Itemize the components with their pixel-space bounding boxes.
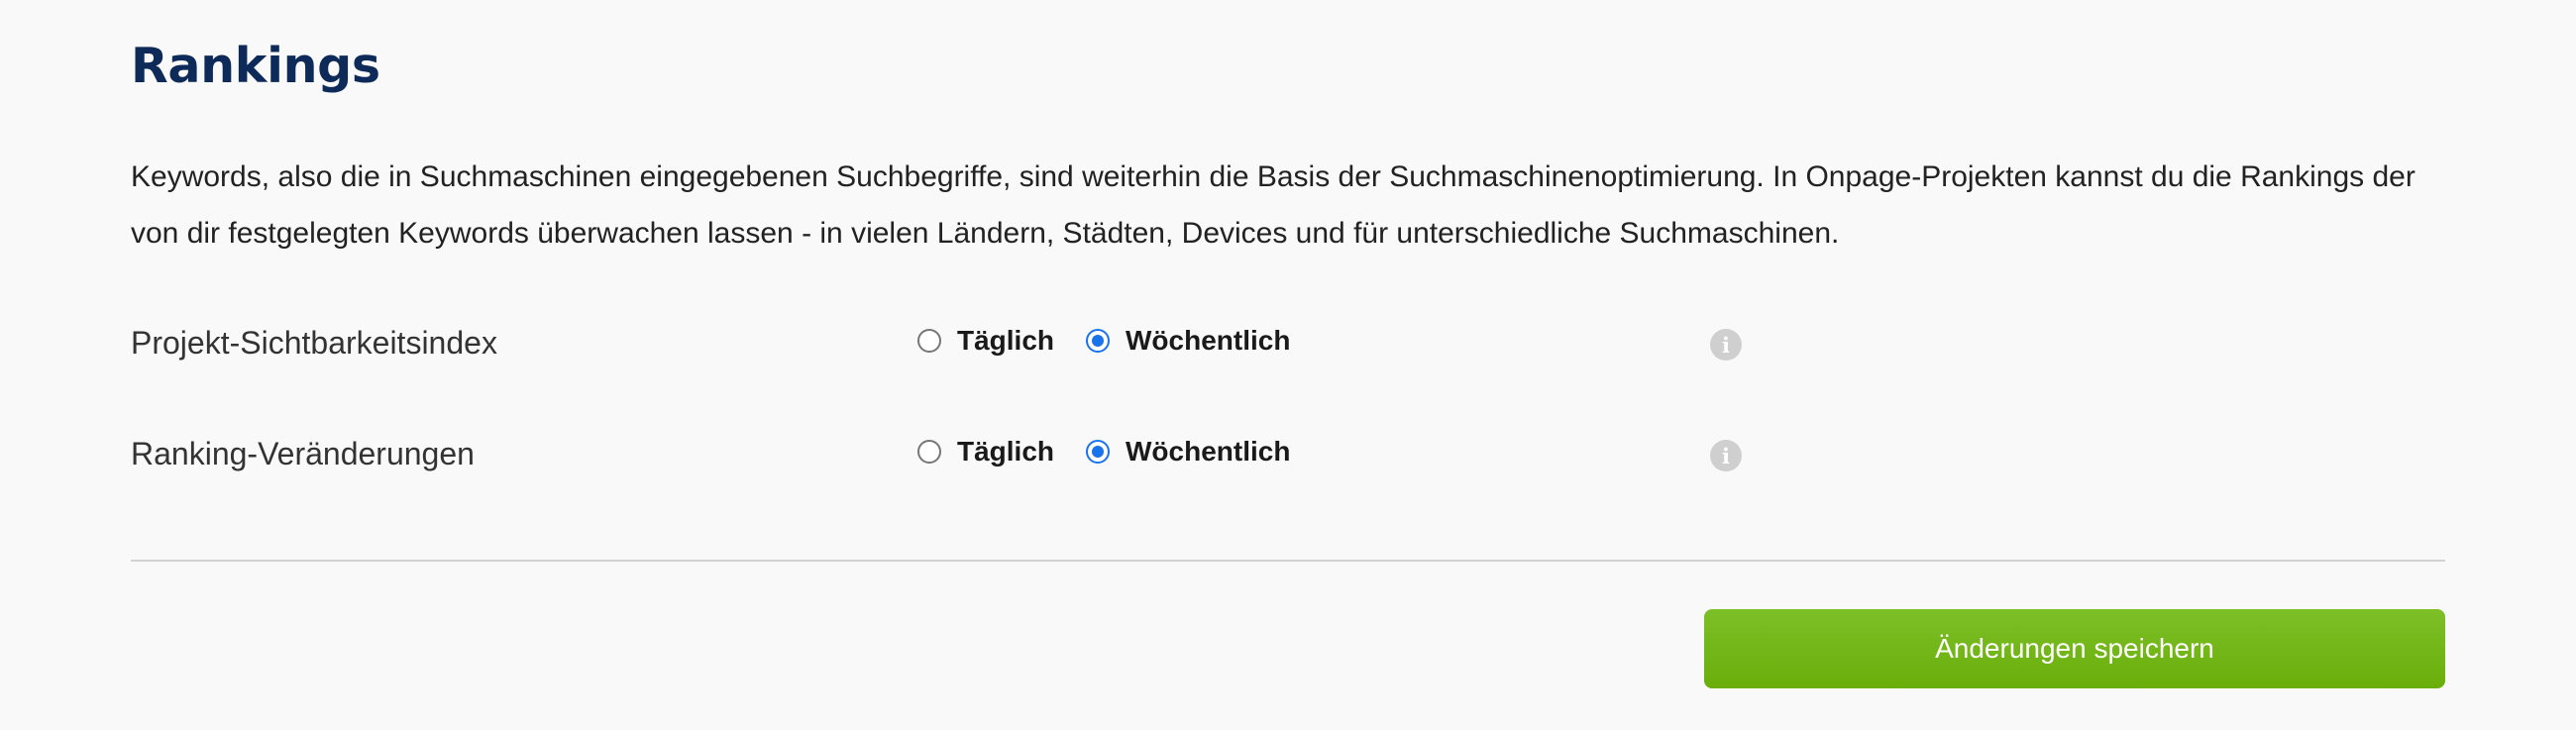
page-title: Rankings <box>131 38 380 94</box>
setting-label: Projekt-Sichtbarkeitsindex <box>131 325 497 361</box>
radio-button[interactable] <box>917 440 941 464</box>
divider <box>131 560 2445 562</box>
section-description: Keywords, also die in Suchmaschinen eing… <box>131 160 2415 250</box>
radio-label: Wöchentlich <box>1126 436 1291 467</box>
save-changes-button[interactable]: Änderungen speichern <box>1704 609 2445 688</box>
radio-button-checked[interactable] <box>1086 329 1110 353</box>
radio-option-daily[interactable]: Täglich <box>917 325 1054 357</box>
radio-button[interactable] <box>917 329 941 353</box>
setting-label: Ranking-Veränderungen <box>131 436 475 471</box>
setting-row-visibility-index: Projekt-Sichtbarkeitsindex Täglich Wöche… <box>131 315 1815 370</box>
setting-row-ranking-changes: Ranking-Veränderungen Täglich Wöchentlic… <box>131 426 1815 481</box>
info-icon[interactable]: i <box>1710 440 1742 471</box>
info-icon[interactable]: i <box>1710 329 1742 361</box>
radio-label: Täglich <box>957 436 1055 467</box>
radio-button-checked[interactable] <box>1086 440 1110 464</box>
radio-option-weekly[interactable]: Wöchentlich <box>1086 436 1290 468</box>
radio-option-weekly[interactable]: Wöchentlich <box>1086 325 1290 357</box>
radio-label: Täglich <box>957 325 1055 356</box>
radio-option-daily[interactable]: Täglich <box>917 436 1054 468</box>
radio-label: Wöchentlich <box>1126 325 1291 356</box>
